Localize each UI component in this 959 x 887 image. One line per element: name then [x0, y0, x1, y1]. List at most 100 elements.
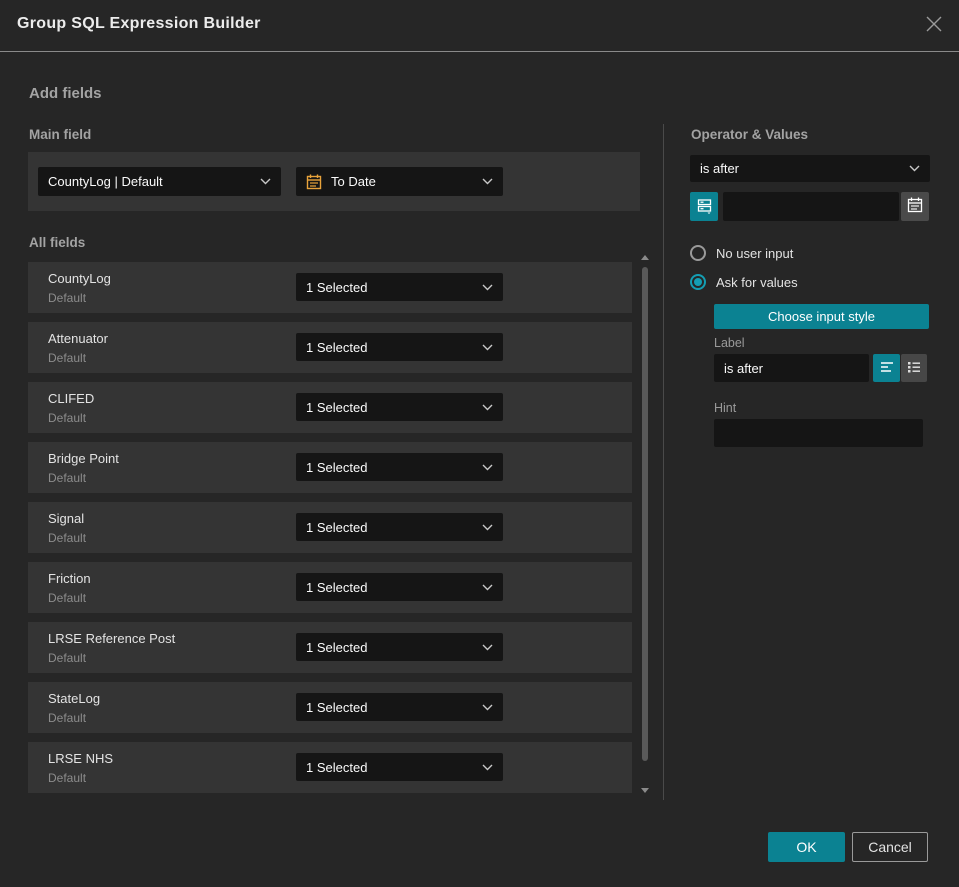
field-sublabel: Default [48, 471, 87, 485]
ok-button[interactable]: OK [768, 832, 845, 862]
value-input[interactable] [723, 192, 899, 221]
chevron-down-icon [260, 178, 271, 185]
main-field-select[interactable]: CountyLog | Default [38, 167, 281, 196]
cancel-button[interactable]: Cancel [852, 832, 928, 862]
scroll-up-icon[interactable] [641, 255, 649, 260]
operator-select-value: is after [700, 161, 740, 176]
field-row: Friction Default 1 Selected [28, 562, 632, 613]
choose-input-style-button[interactable]: Choose input style [714, 304, 929, 329]
dialog-title: Group SQL Expression Builder [17, 15, 261, 32]
align-left-icon [879, 360, 895, 377]
chevron-down-icon [482, 344, 493, 351]
label-input[interactable] [714, 354, 869, 382]
stacked-values-icon [696, 197, 713, 217]
scroll-down-icon[interactable] [641, 788, 649, 793]
calendar-icon [907, 197, 923, 216]
main-field-type-value: To Date [331, 174, 376, 189]
radio-ask-for-values[interactable]: Ask for values [690, 274, 798, 290]
field-selected-dropdown[interactable]: 1 Selected [296, 393, 503, 421]
field-selected-value: 1 Selected [306, 399, 368, 415]
list-icon [906, 360, 922, 377]
field-selected-dropdown[interactable]: 1 Selected [296, 633, 503, 661]
field-sublabel: Default [48, 651, 87, 665]
close-button[interactable] [924, 16, 944, 36]
field-name: Attenuator [48, 331, 108, 346]
field-row: LRSE Reference Post Default 1 Selected [28, 622, 632, 673]
field-name: LRSE NHS [48, 751, 114, 766]
field-selected-dropdown[interactable]: 1 Selected [296, 753, 503, 781]
field-sublabel: Default [48, 411, 87, 425]
field-name: Friction [48, 571, 91, 586]
field-name: Bridge Point [48, 451, 119, 466]
label-caption: Label [714, 336, 745, 350]
field-name: CLIFED [48, 391, 95, 406]
field-selected-dropdown[interactable]: 1 Selected [296, 693, 503, 721]
dialog-header: Group SQL Expression Builder [0, 0, 959, 52]
field-row: LRSE NHS Default 1 Selected [28, 742, 632, 793]
group-sql-expression-builder-dialog: Group SQL Expression Builder Add fields … [0, 0, 959, 887]
chevron-down-icon [482, 764, 493, 771]
list-style-button[interactable] [901, 354, 927, 382]
field-selected-dropdown[interactable]: 1 Selected [296, 513, 503, 541]
field-selected-value: 1 Selected [306, 519, 368, 535]
radio-selected-icon [690, 274, 706, 290]
main-field-select-value: CountyLog | Default [48, 174, 163, 189]
chevron-down-icon [482, 704, 493, 711]
field-name: StateLog [48, 691, 101, 706]
field-row: Signal Default 1 Selected [28, 502, 632, 553]
field-row: Bridge Point Default 1 Selected [28, 442, 632, 493]
panel-divider [663, 124, 664, 800]
radio-unselected-icon [690, 245, 706, 261]
chevron-down-icon [482, 644, 493, 651]
hint-input[interactable] [714, 419, 923, 447]
field-selected-dropdown[interactable]: 1 Selected [296, 573, 503, 601]
field-name: LRSE Reference Post [48, 631, 176, 646]
field-sublabel: Default [48, 591, 87, 605]
multi-value-button[interactable] [690, 192, 718, 221]
all-fields-heading: All fields [29, 235, 86, 250]
field-sublabel: Default [48, 711, 87, 725]
date-calendar-icon [306, 174, 322, 190]
main-field-heading: Main field [29, 127, 92, 142]
close-icon [925, 15, 943, 38]
field-sublabel: Default [48, 291, 87, 305]
field-name: Signal [48, 511, 85, 526]
chevron-down-icon [909, 165, 920, 172]
radio-no-user-input[interactable]: No user input [690, 245, 793, 261]
chevron-down-icon [482, 178, 493, 185]
chevron-down-icon [482, 584, 493, 591]
date-picker-button[interactable] [901, 192, 929, 221]
field-selected-value: 1 Selected [306, 279, 368, 295]
field-sublabel: Default [48, 351, 87, 365]
field-selected-value: 1 Selected [306, 579, 368, 595]
field-row: StateLog Default 1 Selected [28, 682, 632, 733]
main-field-type-select[interactable]: To Date [296, 167, 503, 196]
single-line-style-button[interactable] [873, 354, 900, 382]
radio-label: Ask for values [716, 274, 798, 290]
chevron-down-icon [482, 404, 493, 411]
list-scrollbar[interactable] [641, 255, 650, 800]
main-field-panel: CountyLog | Default To Date [28, 152, 640, 211]
field-row: CLIFED Default 1 Selected [28, 382, 632, 433]
field-selected-value: 1 Selected [306, 759, 368, 775]
chevron-down-icon [482, 284, 493, 291]
field-selected-value: 1 Selected [306, 699, 368, 715]
operator-values-heading: Operator & Values [691, 127, 809, 142]
field-selected-dropdown[interactable]: 1 Selected [296, 453, 503, 481]
field-selected-dropdown[interactable]: 1 Selected [296, 333, 503, 361]
field-selected-value: 1 Selected [306, 339, 368, 355]
operator-select[interactable]: is after [690, 155, 930, 182]
field-name: CountyLog [48, 271, 111, 286]
field-sublabel: Default [48, 771, 87, 785]
field-sublabel: Default [48, 531, 87, 545]
radio-label: No user input [716, 245, 794, 261]
chevron-down-icon [482, 464, 493, 471]
field-selected-dropdown[interactable]: 1 Selected [296, 273, 503, 301]
all-fields-list: CountyLog Default 1 Selected Attenuator … [28, 262, 632, 802]
add-fields-heading: Add fields [29, 85, 102, 102]
scrollbar-thumb[interactable] [642, 267, 648, 761]
field-selected-value: 1 Selected [306, 459, 368, 475]
field-selected-value: 1 Selected [306, 639, 368, 655]
field-row: CountyLog Default 1 Selected [28, 262, 632, 313]
chevron-down-icon [482, 524, 493, 531]
